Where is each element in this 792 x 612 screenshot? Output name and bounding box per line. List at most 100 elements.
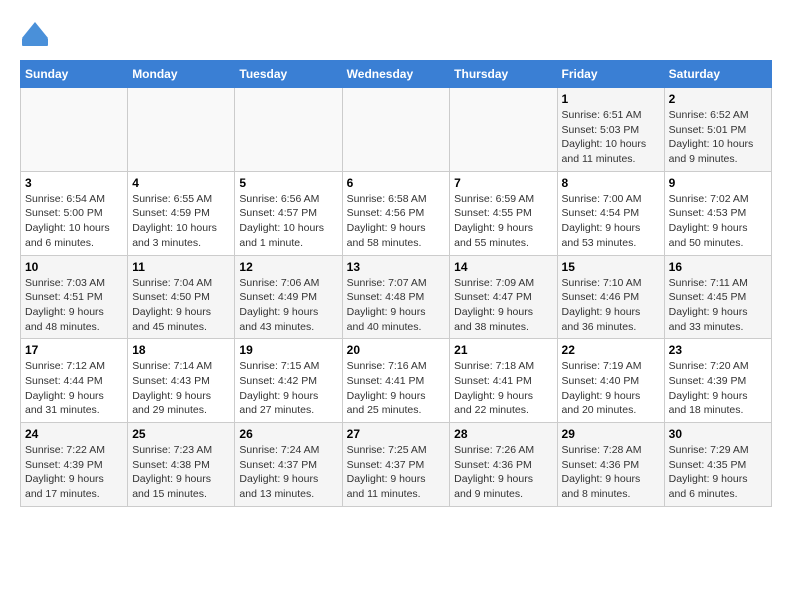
day-cell: 9 Sunrise: 7:02 AM Sunset: 4:53 PM Daylig… [664, 171, 771, 255]
day-info: Sunrise: 6:56 AM Sunset: 4:57 PM Dayligh… [239, 192, 337, 251]
week-row-1: 1 Sunrise: 6:51 AM Sunset: 5:03 PM Daylig… [21, 88, 772, 172]
header-cell-tuesday: Tuesday [235, 61, 342, 88]
header-row: SundayMondayTuesdayWednesdayThursdayFrid… [21, 61, 772, 88]
day-info: Sunrise: 7:04 AM Sunset: 4:50 PM Dayligh… [132, 276, 230, 335]
day-cell: 8 Sunrise: 7:00 AM Sunset: 4:54 PM Daylig… [557, 171, 664, 255]
week-row-2: 3 Sunrise: 6:54 AM Sunset: 5:00 PM Daylig… [21, 171, 772, 255]
day-info: Sunrise: 7:00 AM Sunset: 4:54 PM Dayligh… [562, 192, 660, 251]
day-cell: 18 Sunrise: 7:14 AM Sunset: 4:43 PM Dayli… [128, 339, 235, 423]
day-cell [128, 88, 235, 172]
day-cell: 7 Sunrise: 6:59 AM Sunset: 4:55 PM Daylig… [450, 171, 557, 255]
day-cell: 29Sunrise: 7:28 AM Sunset: 4:36 PM Dayli… [557, 423, 664, 507]
day-info: Sunrise: 7:02 AM Sunset: 4:53 PM Dayligh… [669, 192, 767, 251]
day-number: 3 [25, 176, 123, 190]
day-cell: 15Sunrise: 7:10 AM Sunset: 4:46 PM Dayli… [557, 255, 664, 339]
day-cell [342, 88, 450, 172]
day-cell: 23 Sunrise: 7:20 AM Sunset: 4:39 PM Dayli… [664, 339, 771, 423]
day-cell: 1 Sunrise: 6:51 AM Sunset: 5:03 PM Daylig… [557, 88, 664, 172]
day-number: 2 [669, 92, 767, 106]
day-cell: 14Sunrise: 7:09 AM Sunset: 4:47 PM Dayli… [450, 255, 557, 339]
day-number: 13 [347, 260, 446, 274]
day-cell [235, 88, 342, 172]
logo-icon [20, 20, 50, 50]
day-number: 6 [347, 176, 446, 190]
day-info: Sunrise: 7:06 AM Sunset: 4:49 PM Dayligh… [239, 276, 337, 335]
day-info: Sunrise: 7:22 AM Sunset: 4:39 PM Dayligh… [25, 443, 123, 502]
day-number: 24 [25, 427, 123, 441]
day-number: 25 [132, 427, 230, 441]
day-number: 20 [347, 343, 446, 357]
day-number: 1 [562, 92, 660, 106]
header-cell-friday: Friday [557, 61, 664, 88]
day-info: Sunrise: 7:10 AM Sunset: 4:46 PM Dayligh… [562, 276, 660, 335]
day-info: Sunrise: 6:58 AM Sunset: 4:56 PM Dayligh… [347, 192, 446, 251]
day-number: 8 [562, 176, 660, 190]
day-cell: 22Sunrise: 7:19 AM Sunset: 4:40 PM Dayli… [557, 339, 664, 423]
week-row-4: 17 Sunrise: 7:12 AM Sunset: 4:44 PM Dayli… [21, 339, 772, 423]
day-number: 4 [132, 176, 230, 190]
day-number: 30 [669, 427, 767, 441]
day-cell [21, 88, 128, 172]
day-number: 18 [132, 343, 230, 357]
day-cell: 6 Sunrise: 6:58 AM Sunset: 4:56 PM Daylig… [342, 171, 450, 255]
day-cell: 26Sunrise: 7:24 AM Sunset: 4:37 PM Dayli… [235, 423, 342, 507]
day-cell: 27 Sunrise: 7:25 AM Sunset: 4:37 PM Dayli… [342, 423, 450, 507]
day-info: Sunrise: 7:29 AM Sunset: 4:35 PM Dayligh… [669, 443, 767, 502]
calendar-header: SundayMondayTuesdayWednesdayThursdayFrid… [21, 61, 772, 88]
day-number: 17 [25, 343, 123, 357]
day-cell: 16 Sunrise: 7:11 AM Sunset: 4:45 PM Dayli… [664, 255, 771, 339]
logo [20, 20, 54, 50]
day-cell: 4 Sunrise: 6:55 AM Sunset: 4:59 PM Daylig… [128, 171, 235, 255]
day-info: Sunrise: 7:12 AM Sunset: 4:44 PM Dayligh… [25, 359, 123, 418]
day-number: 16 [669, 260, 767, 274]
day-number: 7 [454, 176, 552, 190]
day-cell [450, 88, 557, 172]
day-info: Sunrise: 7:11 AM Sunset: 4:45 PM Dayligh… [669, 276, 767, 335]
day-cell: 17 Sunrise: 7:12 AM Sunset: 4:44 PM Dayli… [21, 339, 128, 423]
day-info: Sunrise: 7:18 AM Sunset: 4:41 PM Dayligh… [454, 359, 552, 418]
day-cell: 28Sunrise: 7:26 AM Sunset: 4:36 PM Dayli… [450, 423, 557, 507]
day-info: Sunrise: 7:03 AM Sunset: 4:51 PM Dayligh… [25, 276, 123, 335]
day-number: 21 [454, 343, 552, 357]
day-info: Sunrise: 7:14 AM Sunset: 4:43 PM Dayligh… [132, 359, 230, 418]
day-info: Sunrise: 6:55 AM Sunset: 4:59 PM Dayligh… [132, 192, 230, 251]
day-number: 11 [132, 260, 230, 274]
page-header [20, 20, 772, 50]
day-info: Sunrise: 7:16 AM Sunset: 4:41 PM Dayligh… [347, 359, 446, 418]
day-cell: 30 Sunrise: 7:29 AM Sunset: 4:35 PM Dayli… [664, 423, 771, 507]
header-cell-sunday: Sunday [21, 61, 128, 88]
day-number: 14 [454, 260, 552, 274]
day-number: 19 [239, 343, 337, 357]
day-cell: 3 Sunrise: 6:54 AM Sunset: 5:00 PM Daylig… [21, 171, 128, 255]
day-cell: 25 Sunrise: 7:23 AM Sunset: 4:38 PM Dayli… [128, 423, 235, 507]
day-number: 12 [239, 260, 337, 274]
header-cell-saturday: Saturday [664, 61, 771, 88]
day-info: Sunrise: 6:52 AM Sunset: 5:01 PM Dayligh… [669, 108, 767, 167]
day-info: Sunrise: 7:23 AM Sunset: 4:38 PM Dayligh… [132, 443, 230, 502]
day-number: 9 [669, 176, 767, 190]
day-number: 26 [239, 427, 337, 441]
day-cell: 10Sunrise: 7:03 AM Sunset: 4:51 PM Dayli… [21, 255, 128, 339]
calendar-body: 1 Sunrise: 6:51 AM Sunset: 5:03 PM Daylig… [21, 88, 772, 507]
day-cell: 21 Sunrise: 7:18 AM Sunset: 4:41 PM Dayli… [450, 339, 557, 423]
day-info: Sunrise: 7:25 AM Sunset: 4:37 PM Dayligh… [347, 443, 446, 502]
day-info: Sunrise: 7:07 AM Sunset: 4:48 PM Dayligh… [347, 276, 446, 335]
day-info: Sunrise: 7:15 AM Sunset: 4:42 PM Dayligh… [239, 359, 337, 418]
day-number: 22 [562, 343, 660, 357]
header-cell-thursday: Thursday [450, 61, 557, 88]
day-cell: 13 Sunrise: 7:07 AM Sunset: 4:48 PM Dayli… [342, 255, 450, 339]
day-cell: 5Sunrise: 6:56 AM Sunset: 4:57 PM Daylig… [235, 171, 342, 255]
calendar-table: SundayMondayTuesdayWednesdayThursdayFrid… [20, 60, 772, 507]
day-info: Sunrise: 7:20 AM Sunset: 4:39 PM Dayligh… [669, 359, 767, 418]
day-cell: 2 Sunrise: 6:52 AM Sunset: 5:01 PM Daylig… [664, 88, 771, 172]
day-cell: 20 Sunrise: 7:16 AM Sunset: 4:41 PM Dayli… [342, 339, 450, 423]
week-row-5: 24 Sunrise: 7:22 AM Sunset: 4:39 PM Dayli… [21, 423, 772, 507]
header-cell-wednesday: Wednesday [342, 61, 450, 88]
day-info: Sunrise: 6:51 AM Sunset: 5:03 PM Dayligh… [562, 108, 660, 167]
day-number: 23 [669, 343, 767, 357]
day-number: 27 [347, 427, 446, 441]
day-cell: 11 Sunrise: 7:04 AM Sunset: 4:50 PM Dayli… [128, 255, 235, 339]
day-cell: 19 Sunrise: 7:15 AM Sunset: 4:42 PM Dayli… [235, 339, 342, 423]
day-info: Sunrise: 6:54 AM Sunset: 5:00 PM Dayligh… [25, 192, 123, 251]
day-info: Sunrise: 6:59 AM Sunset: 4:55 PM Dayligh… [454, 192, 552, 251]
